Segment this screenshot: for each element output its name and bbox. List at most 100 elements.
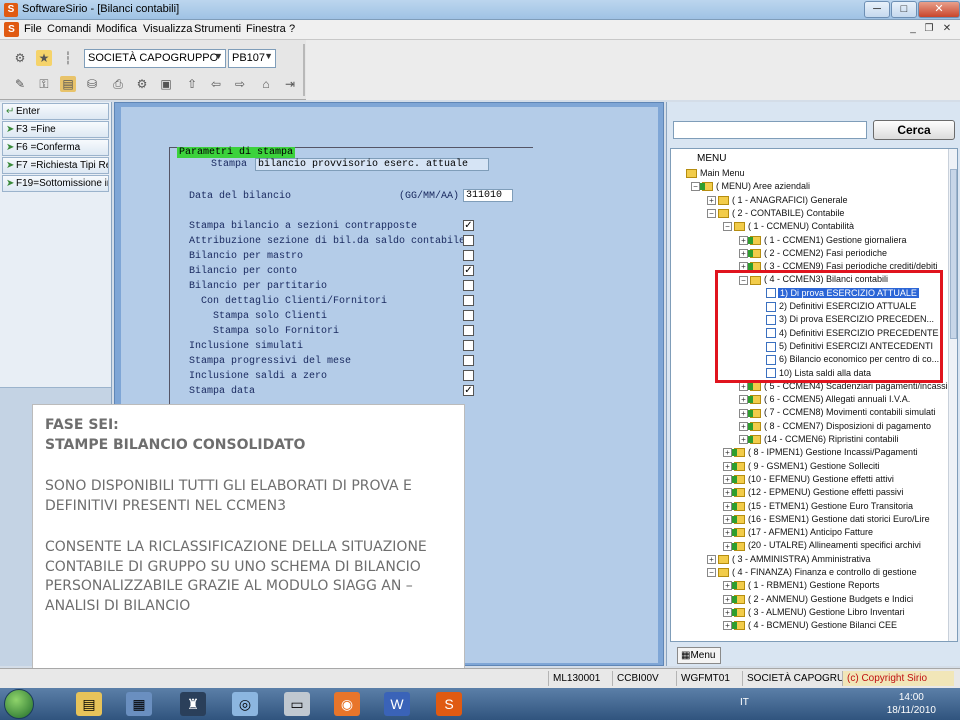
tree-node[interactable]: + ( 1 - RBMEN1) Gestione Reports (723, 579, 881, 592)
menu-finestra[interactable]: Finestra (246, 23, 286, 35)
tree-node[interactable]: + ( 3 - AMMINISTRA) Amministrativa (707, 553, 872, 566)
mdi-minimize-button[interactable]: _ (906, 22, 920, 36)
expand-icon[interactable]: + (739, 435, 748, 445)
home-icon[interactable]: ⌂ (258, 76, 274, 92)
tree-node[interactable]: + ( 2 - ANMENU) Gestione Budgets e Indici (723, 593, 914, 606)
image-icon[interactable]: ▣ (158, 76, 174, 92)
menu-help[interactable]: ? (289, 23, 295, 35)
fkey-enter[interactable]: ↵ Enter (2, 103, 109, 120)
tree-node[interactable]: + ( 8 - CCMEN7) Disposizioni di pagamento (739, 420, 932, 433)
hat-icon[interactable]: ♜ (180, 692, 206, 716)
tree-node[interactable]: − ( 1 - CCMENU) Contabilità (723, 220, 855, 233)
tree-node[interactable]: + ( 1 - CCMEN1) Gestione giornaliera (739, 234, 908, 247)
expand-icon[interactable]: + (723, 581, 732, 591)
arrow-up-icon[interactable]: ⇧ (184, 76, 200, 92)
option-checkbox[interactable] (463, 340, 474, 351)
collapse-icon[interactable]: − (707, 568, 716, 578)
collapse-icon[interactable]: − (707, 209, 716, 219)
arrow-forward-icon[interactable]: ⇨ (232, 76, 248, 92)
fkey-f3[interactable]: ➤ F3 =Fine (2, 121, 109, 138)
company-select[interactable]: SOCIETÀ CAPOGRUPPO ▼ (84, 49, 226, 68)
tree-node[interactable]: + (16 - ESMEN1) Gestione dati storici Eur… (723, 513, 931, 526)
expand-icon[interactable]: + (739, 248, 748, 258)
search-input[interactable] (673, 121, 867, 139)
expand-icon[interactable]: + (723, 594, 732, 604)
fkey-f19[interactable]: ➤ F19=Sottomissione in (2, 175, 109, 192)
tree-node[interactable]: + ( 1 - ANAGRAFICI) Generale (707, 194, 849, 207)
option-checkbox[interactable] (463, 295, 474, 306)
tree-node[interactable]: − ( 2 - CONTABILE) Contabile (707, 207, 845, 220)
expand-icon[interactable]: + (723, 541, 732, 551)
tree-node[interactable]: + ( 4 - BCMENU) Gestione Bilanci CEE (723, 619, 898, 632)
tree-node[interactable]: + (17 - AFMEN1) Anticipo Fatture (723, 526, 874, 539)
app-icon[interactable]: S (4, 3, 18, 17)
app-window-icon[interactable]: ▦ (126, 692, 152, 716)
expand-icon[interactable]: + (723, 461, 732, 471)
data-bilancio-field[interactable]: 311010 (463, 189, 513, 202)
language-indicator[interactable]: IT (740, 697, 749, 708)
tree-node[interactable]: − ( MENU) Aree aziendali (691, 180, 811, 193)
expand-icon[interactable]: + (723, 448, 732, 458)
expand-icon[interactable]: + (723, 501, 732, 511)
expand-icon[interactable]: + (739, 395, 748, 405)
collapse-icon[interactable]: − (691, 182, 700, 192)
mdi-close-button[interactable]: ✕ (940, 22, 954, 36)
tree-node[interactable]: + (14 - CCMEN6) Ripristini contabili (739, 433, 900, 446)
expand-icon[interactable]: + (739, 421, 748, 431)
tree-node[interactable]: + ( 8 - IPMEN1) Gestione Incassi/Pagament… (723, 446, 919, 459)
scanner-icon[interactable]: ▭ (284, 692, 310, 716)
clock[interactable]: 14:00 18/11/2010 (887, 691, 936, 717)
code-select[interactable]: PB107 ▼ (228, 49, 276, 68)
menu-tree[interactable]: MENU Main Menu −( MENU) Aree aziendali +( … (670, 148, 958, 642)
tree-node[interactable]: − ( 4 - FINANZA) Finanza e controllo di g… (707, 566, 918, 579)
option-checkbox[interactable] (463, 325, 474, 336)
collapse-icon[interactable]: − (723, 222, 732, 232)
option-checkbox[interactable]: ✓ (463, 220, 474, 231)
option-checkbox[interactable] (463, 355, 474, 366)
fkey-f6[interactable]: ➤ F6 =Conferma (2, 139, 109, 156)
stampa-field[interactable]: bilancio provvisorio eserc. attuale (255, 158, 489, 171)
expand-icon[interactable]: + (739, 235, 748, 245)
search-button[interactable]: Cerca (873, 120, 955, 140)
menu-strumenti[interactable]: Strumenti (194, 23, 241, 35)
tree-node[interactable]: Main Menu (675, 167, 746, 180)
expand-icon[interactable]: + (723, 514, 732, 524)
option-checkbox[interactable] (463, 370, 474, 381)
option-checkbox[interactable]: ✓ (463, 265, 474, 276)
fkey-f7[interactable]: ➤ F7 =Richiesta Tipi Re (2, 157, 109, 174)
expand-icon[interactable]: + (707, 195, 716, 205)
close-button[interactable]: ✕ (918, 1, 960, 18)
tree-node[interactable]: + ( 6 - CCMEN5) Allegati annuali I.V.A. (739, 393, 911, 406)
tree-node[interactable]: + (10 - EFMENU) Gestione effetti attivi (723, 473, 895, 486)
minimize-button[interactable]: ─ (864, 1, 890, 18)
maximize-button[interactable]: □ (891, 1, 917, 18)
expand-icon[interactable]: + (739, 408, 748, 418)
tree-node[interactable]: + (12 - EPMENU) Gestione effetti passivi (723, 486, 904, 499)
word-icon[interactable]: W (384, 692, 410, 716)
expand-icon[interactable]: + (723, 608, 732, 618)
firefox-icon[interactable]: ◉ (334, 692, 360, 716)
menu-file[interactable]: File (24, 23, 42, 35)
tree-node[interactable]: + ( 7 - CCMEN8) Movimenti contabili simul… (739, 406, 937, 419)
expand-icon[interactable]: + (723, 621, 732, 631)
expand-icon[interactable]: + (723, 475, 732, 485)
option-checkbox[interactable] (463, 310, 474, 321)
sirio-icon[interactable]: S (436, 692, 462, 716)
menu-tab[interactable]: ▦Menu (677, 647, 721, 664)
tree-node[interactable]: + (20 - UTALRE) Allineamenti specifici ar… (723, 539, 922, 552)
option-checkbox[interactable]: ✓ (463, 385, 474, 396)
menu-modifica[interactable]: Modifica (96, 23, 137, 35)
key-icon[interactable]: ⚿ (36, 76, 52, 92)
tree-node[interactable]: + ( 9 - GSMEN1) Gestione Solleciti (723, 460, 881, 473)
connect-icon[interactable]: ⚙ (12, 50, 28, 66)
arrow-back-icon[interactable]: ⇦ (208, 76, 224, 92)
expand-icon[interactable]: + (723, 528, 732, 538)
database-icon[interactable]: ⛁ (84, 76, 100, 92)
option-checkbox[interactable] (463, 235, 474, 246)
tree-scrollbar[interactable] (948, 149, 957, 641)
tree-node[interactable]: + ( 3 - ALMENU) Gestione Libro Inventari (723, 606, 906, 619)
print-icon[interactable]: ⎙ (110, 76, 126, 92)
settings-icon[interactable]: ⚙ (134, 76, 150, 92)
option-checkbox[interactable] (463, 250, 474, 261)
start-button[interactable] (4, 689, 34, 719)
